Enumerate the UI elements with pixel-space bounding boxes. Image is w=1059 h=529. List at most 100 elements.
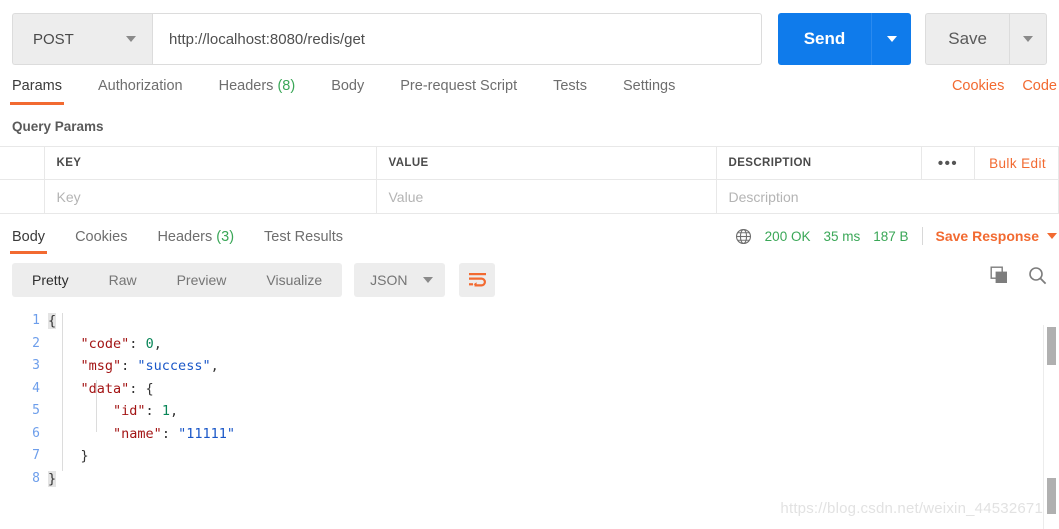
- tab-label: Headers: [218, 78, 274, 94]
- code-token: 0: [145, 335, 154, 352]
- code-token: :: [121, 358, 138, 374]
- table-header-row: KEY VALUE DESCRIPTION ••• Bulk Edit: [0, 146, 1059, 180]
- line-number: 3: [32, 358, 40, 373]
- http-method-label: POST: [33, 30, 74, 48]
- status-code: 200 OK: [764, 228, 811, 244]
- more-options-icon[interactable]: •••: [920, 147, 974, 180]
- save-response-label: Save Response: [935, 228, 1040, 244]
- row-checkbox-cell[interactable]: [0, 179, 45, 214]
- response-format-select[interactable]: JSON: [354, 263, 446, 297]
- send-button[interactable]: Send: [777, 13, 872, 65]
- cookies-link[interactable]: Cookies: [952, 78, 1004, 94]
- code-token: "id": [113, 403, 146, 419]
- tab-tests[interactable]: Tests: [553, 78, 587, 105]
- code-token: :: [161, 425, 179, 442]
- header-value: VALUE: [376, 146, 717, 180]
- save-options-button[interactable]: [1009, 13, 1047, 65]
- response-status-bar: 200 OK 35 ms 187 B Save Response: [735, 227, 1059, 245]
- tab-label: Body: [12, 229, 46, 245]
- tab-response-cookies[interactable]: Cookies: [75, 229, 127, 254]
- send-options-button[interactable]: [871, 13, 912, 65]
- tab-test-results[interactable]: Test Results: [264, 229, 343, 254]
- request-tab-bar: Params Authorization Headers (8) Body Pr…: [0, 65, 1059, 105]
- chevron-down-icon: [126, 36, 136, 42]
- response-format-label: JSON: [370, 272, 408, 288]
- tab-label: Tests: [553, 78, 587, 94]
- search-icon[interactable]: [1028, 266, 1047, 285]
- code-token: }: [80, 448, 89, 464]
- save-button[interactable]: Save: [925, 13, 1009, 65]
- save-response-button[interactable]: Save Response: [936, 228, 1059, 244]
- tab-settings[interactable]: Settings: [623, 78, 675, 105]
- response-size: 187 B: [873, 228, 909, 244]
- line-number: 4: [32, 380, 40, 396]
- response-body-viewer[interactable]: 1{2 "code": 0, 3 "msg": "success", 4 "data…: [0, 305, 1059, 503]
- query-params-table: KEY VALUE DESCRIPTION ••• Bulk Edit Key …: [0, 146, 1059, 214]
- response-scrollbar-thumb[interactable]: [1047, 327, 1056, 365]
- bulk-edit-link[interactable]: Bulk Edit: [974, 147, 1058, 180]
- code-line: 2 "code": 0,: [0, 336, 1059, 359]
- tab-label: Authorization: [97, 78, 183, 94]
- line-number: 7: [32, 448, 40, 463]
- code-line: 5 "id": 1,: [0, 403, 1059, 426]
- code-token: ,: [153, 335, 162, 352]
- code-line: 8}: [0, 470, 1059, 494]
- code-token: "name": [113, 425, 162, 442]
- code-token: 1: [161, 403, 170, 419]
- tab-label: Headers: [157, 229, 213, 245]
- code-token: :: [145, 403, 162, 419]
- tab-body[interactable]: Body: [331, 78, 364, 105]
- tab-response-headers[interactable]: Headers (3): [157, 229, 234, 254]
- chevron-down-icon: [886, 36, 897, 42]
- tab-headers[interactable]: Headers (8): [219, 78, 296, 105]
- tab-label: Cookies: [75, 229, 128, 245]
- code-text: "id": 1,: [48, 403, 178, 419]
- row-value-cell[interactable]: Value: [376, 179, 717, 214]
- tab-pre-request-script[interactable]: Pre-request Script: [400, 78, 517, 105]
- code-link[interactable]: Code: [1022, 78, 1057, 94]
- view-mode-preview[interactable]: Preview: [157, 263, 247, 297]
- chevron-down-icon: [1047, 233, 1057, 239]
- json-code-lines: 1{2 "code": 0, 3 "msg": "success", 4 "data…: [0, 313, 1059, 493]
- tab-label: Test Results: [264, 229, 344, 245]
- code-token: : {: [129, 380, 154, 397]
- code-text: }: [48, 470, 57, 487]
- tab-count-badge: (8): [277, 78, 296, 94]
- view-mode-pretty[interactable]: Pretty: [12, 263, 89, 297]
- view-mode-visualize[interactable]: Visualize: [246, 263, 342, 297]
- fold-guide: [62, 313, 63, 471]
- header-description-label: DESCRIPTION: [728, 157, 812, 169]
- view-mode-raw[interactable]: Raw: [89, 263, 157, 297]
- divider: [921, 227, 923, 245]
- tab-authorization[interactable]: Authorization: [98, 78, 183, 105]
- code-token: "msg": [80, 358, 122, 374]
- tab-label: Pre-request Script: [400, 78, 518, 94]
- table-row: Key Value Description: [0, 179, 1059, 214]
- code-token: "11111": [178, 425, 235, 442]
- watermark-text: https://blog.csdn.net/weixin_44532671: [780, 500, 1043, 517]
- description-tools: ••• Bulk Edit: [920, 147, 1058, 180]
- globe-icon: [735, 228, 751, 244]
- response-time: 35 ms: [823, 228, 861, 244]
- header-key: KEY: [44, 146, 377, 180]
- page-scrollbar-thumb[interactable]: [1047, 478, 1056, 514]
- code-token: :: [129, 335, 146, 352]
- code-line: 1{: [0, 313, 1059, 336]
- tab-response-body[interactable]: Body: [9, 229, 48, 254]
- word-wrap-button[interactable]: [459, 263, 496, 297]
- line-number: 5: [32, 403, 40, 418]
- row-key-cell[interactable]: Key: [44, 179, 377, 214]
- code-text: "msg": "success",: [48, 358, 219, 374]
- tab-label: Settings: [622, 78, 676, 94]
- request-url-input[interactable]: [152, 13, 762, 65]
- http-method-select[interactable]: POST: [12, 13, 152, 65]
- save-button-group: Save: [925, 13, 1047, 65]
- query-params-title: Query Params: [12, 119, 104, 134]
- line-number: 2: [32, 335, 40, 351]
- tab-params[interactable]: Params: [10, 78, 64, 105]
- request-url-bar: POST Send Save: [0, 0, 1059, 65]
- copy-icon[interactable]: [990, 266, 1009, 285]
- code-token: "code": [80, 335, 130, 352]
- code-text: "name": "11111": [48, 426, 235, 442]
- row-description-cell[interactable]: Description: [716, 179, 1059, 214]
